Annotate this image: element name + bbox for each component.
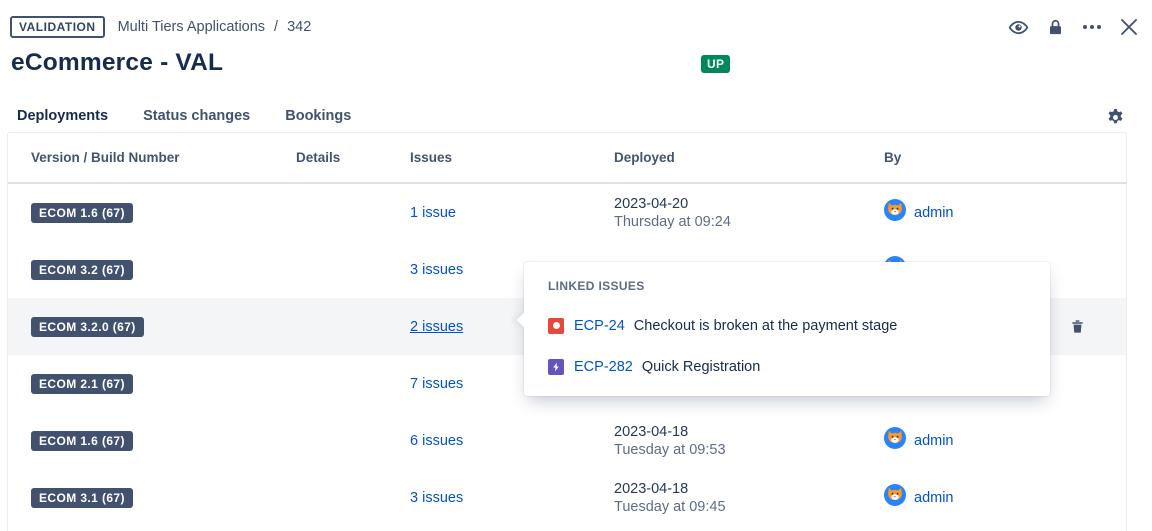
version-badge: ECOM 3.2.0 (67) (31, 317, 144, 337)
column-header-by: By (884, 150, 1126, 165)
popup-title: LINKED ISSUES (548, 279, 1026, 293)
deployed-cell: 2023-04-18Tuesday at 09:53 (614, 423, 884, 459)
watch-icon[interactable] (1007, 16, 1029, 38)
issue-key-link[interactable]: ECP-282 (574, 359, 633, 375)
deployed-cell: 2023-04-20Thursday at 09:24 (614, 195, 884, 231)
version-badge: ECOM 1.6 (67) (31, 203, 133, 223)
table-row[interactable]: ECOM 1.6 (67) 1 issue 2023-04-20Thursday a… (8, 184, 1126, 241)
deployed-date: 2023-04-20 (614, 195, 884, 213)
close-icon[interactable] (1118, 16, 1140, 38)
table-header-row: Version / Build Number Details Issues De… (8, 133, 1126, 184)
deployed-by-link[interactable]: admin (914, 433, 954, 449)
issues-link[interactable]: 2 issues (410, 319, 463, 335)
issue-key-link[interactable]: ECP-24 (574, 318, 625, 334)
deployed-time: Tuesday at 09:53 (614, 441, 884, 459)
version-cell: ECOM 2.1 (67) (31, 374, 296, 394)
linked-issues-popup: LINKED ISSUES ECP-24 Checkout is broken a… (524, 262, 1050, 396)
by-cell: admin (884, 199, 1126, 226)
delete-icon[interactable] (1066, 316, 1088, 338)
breadcrumb-deployment-link[interactable]: 342 (287, 19, 311, 35)
version-cell: ECOM 3.2.0 (67) (31, 317, 296, 337)
version-cell: ECOM 3.2 (67) (31, 260, 296, 280)
deployed-by-link[interactable]: admin (914, 205, 954, 221)
deployed-date: 2023-04-18 (614, 423, 884, 441)
table-row[interactable]: ECOM 1.6 (67) 6 issues 2023-04-18Tuesday a… (8, 412, 1126, 469)
linked-issue-item: ECP-282 Quick Registration (548, 358, 1026, 375)
issue-summary: Quick Registration (642, 359, 760, 375)
title-row: eCommerce - VAL (11, 49, 223, 81)
column-header-details: Details (296, 150, 410, 165)
version-badge: ECOM 1.6 (67) (31, 431, 133, 451)
issue-summary: Checkout is broken at the payment stage (634, 318, 898, 334)
column-header-deployed: Deployed (614, 150, 884, 165)
issues-link[interactable]: 3 issues (410, 490, 463, 506)
issues-link[interactable]: 7 issues (410, 376, 463, 392)
deployed-time: Thursday at 09:24 (614, 213, 884, 231)
table-row[interactable]: ECOM 3.1 (67) 3 issues 2023-04-18Tuesday a… (8, 469, 1126, 526)
breadcrumb-application-link[interactable]: Multi Tiers Applications (118, 19, 265, 35)
version-badge: ECOM 2.1 (67) (31, 374, 133, 394)
deployed-by-link[interactable]: admin (914, 490, 954, 506)
column-header-issues: Issues (410, 150, 614, 165)
window-actions (1007, 16, 1140, 38)
breadcrumb-separator: / (274, 19, 278, 35)
settings-icon[interactable] (1104, 106, 1126, 128)
version-badge: ECOM 3.1 (67) (31, 488, 133, 508)
issues-link[interactable]: 3 issues (410, 262, 463, 278)
version-cell: ECOM 1.6 (67) (31, 431, 296, 451)
bug-icon (548, 318, 564, 334)
page-title: eCommerce - VAL (11, 49, 223, 77)
linked-issue-item: ECP-24 Checkout is broken at the payment … (548, 317, 1026, 334)
lock-icon[interactable] (1044, 16, 1066, 38)
epic-icon (548, 359, 564, 375)
environment-badge: VALIDATION (10, 16, 105, 38)
more-icon[interactable] (1081, 16, 1103, 38)
user-avatar (884, 427, 906, 454)
issues-link[interactable]: 6 issues (410, 433, 463, 449)
deployed-cell: 2023-04-18Tuesday at 09:45 (614, 480, 884, 516)
user-avatar (884, 484, 906, 511)
version-cell: ECOM 3.1 (67) (31, 488, 296, 508)
issues-link[interactable]: 1 issue (410, 205, 456, 221)
popup-issue-list: ECP-24 Checkout is broken at the payment … (548, 317, 1026, 375)
issues-cell: 6 issues (410, 432, 614, 450)
deployed-time: Tuesday at 09:45 (614, 498, 884, 516)
by-cell: admin (884, 427, 1126, 454)
status-badge: UP (701, 55, 730, 73)
version-cell: ECOM 1.6 (67) (31, 203, 296, 223)
column-header-version: Version / Build Number (31, 150, 296, 165)
issues-cell: 3 issues (410, 489, 614, 507)
version-badge: ECOM 3.2 (67) (31, 260, 133, 280)
by-cell: admin (884, 484, 1126, 511)
issues-cell: 1 issue (410, 204, 614, 222)
user-avatar (884, 199, 906, 226)
deployed-date: 2023-04-18 (614, 480, 884, 498)
breadcrumb: VALIDATION Multi Tiers Applications / 34… (10, 14, 1140, 40)
